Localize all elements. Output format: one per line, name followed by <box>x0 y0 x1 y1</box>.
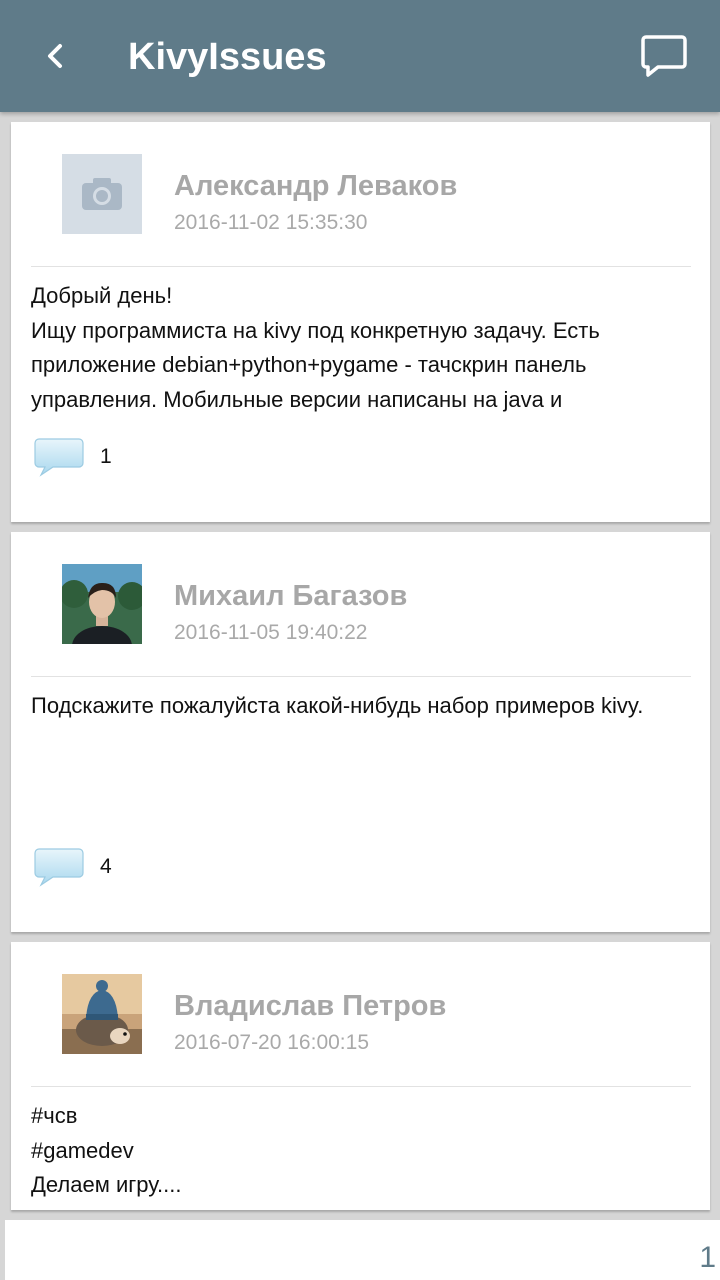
divider <box>31 1086 691 1087</box>
divider <box>31 266 691 267</box>
post-text: #чсв #gamedev Делаем игру.... <box>31 1103 182 1197</box>
post-date: 2016-11-05 19:40:22 <box>174 621 368 644</box>
comment-bubble-icon[interactable] <box>33 436 85 478</box>
comment-count: 1 <box>100 445 112 468</box>
divider <box>31 676 691 677</box>
app-title: KivyIssues <box>128 36 327 78</box>
post-card[interactable]: Владислав Петров 2016-07-20 16:00:15 #чс… <box>11 942 710 1210</box>
user-photo <box>62 564 142 644</box>
page-number[interactable]: 1 <box>699 1240 716 1276</box>
avatar <box>62 564 142 644</box>
post-date: 2016-07-20 16:00:15 <box>174 1031 369 1054</box>
pagination-card: 1 <box>5 1220 720 1280</box>
comment-count: 4 <box>100 855 112 878</box>
author-name[interactable]: Александр Леваков <box>174 168 457 204</box>
avatar <box>62 154 142 234</box>
avatar <box>62 974 142 1054</box>
chat-bubble-icon <box>641 35 687 77</box>
back-button[interactable] <box>30 30 82 82</box>
author-name[interactable]: Владислав Петров <box>174 988 446 1024</box>
author-name[interactable]: Михаил Багазов <box>174 578 407 614</box>
chevron-left-icon <box>48 44 62 68</box>
app-bar: KivyIssues <box>0 0 720 112</box>
post-text: Добрый день! Ищу программиста на kivy по… <box>31 283 600 412</box>
post-card[interactable]: Михаил Багазов 2016-11-05 19:40:22 Подск… <box>11 532 710 932</box>
hedgehog-photo <box>62 974 142 1054</box>
comment-bubble-icon[interactable] <box>33 846 85 888</box>
post-text: Подскажите пожалуйста какой-нибудь набор… <box>31 693 644 718</box>
post-card[interactable]: Александр Леваков 2016-11-02 15:35:30 До… <box>11 122 710 522</box>
camera-placeholder-icon <box>62 154 142 234</box>
new-comment-button[interactable] <box>636 30 692 82</box>
post-date: 2016-11-02 15:35:30 <box>174 211 368 234</box>
